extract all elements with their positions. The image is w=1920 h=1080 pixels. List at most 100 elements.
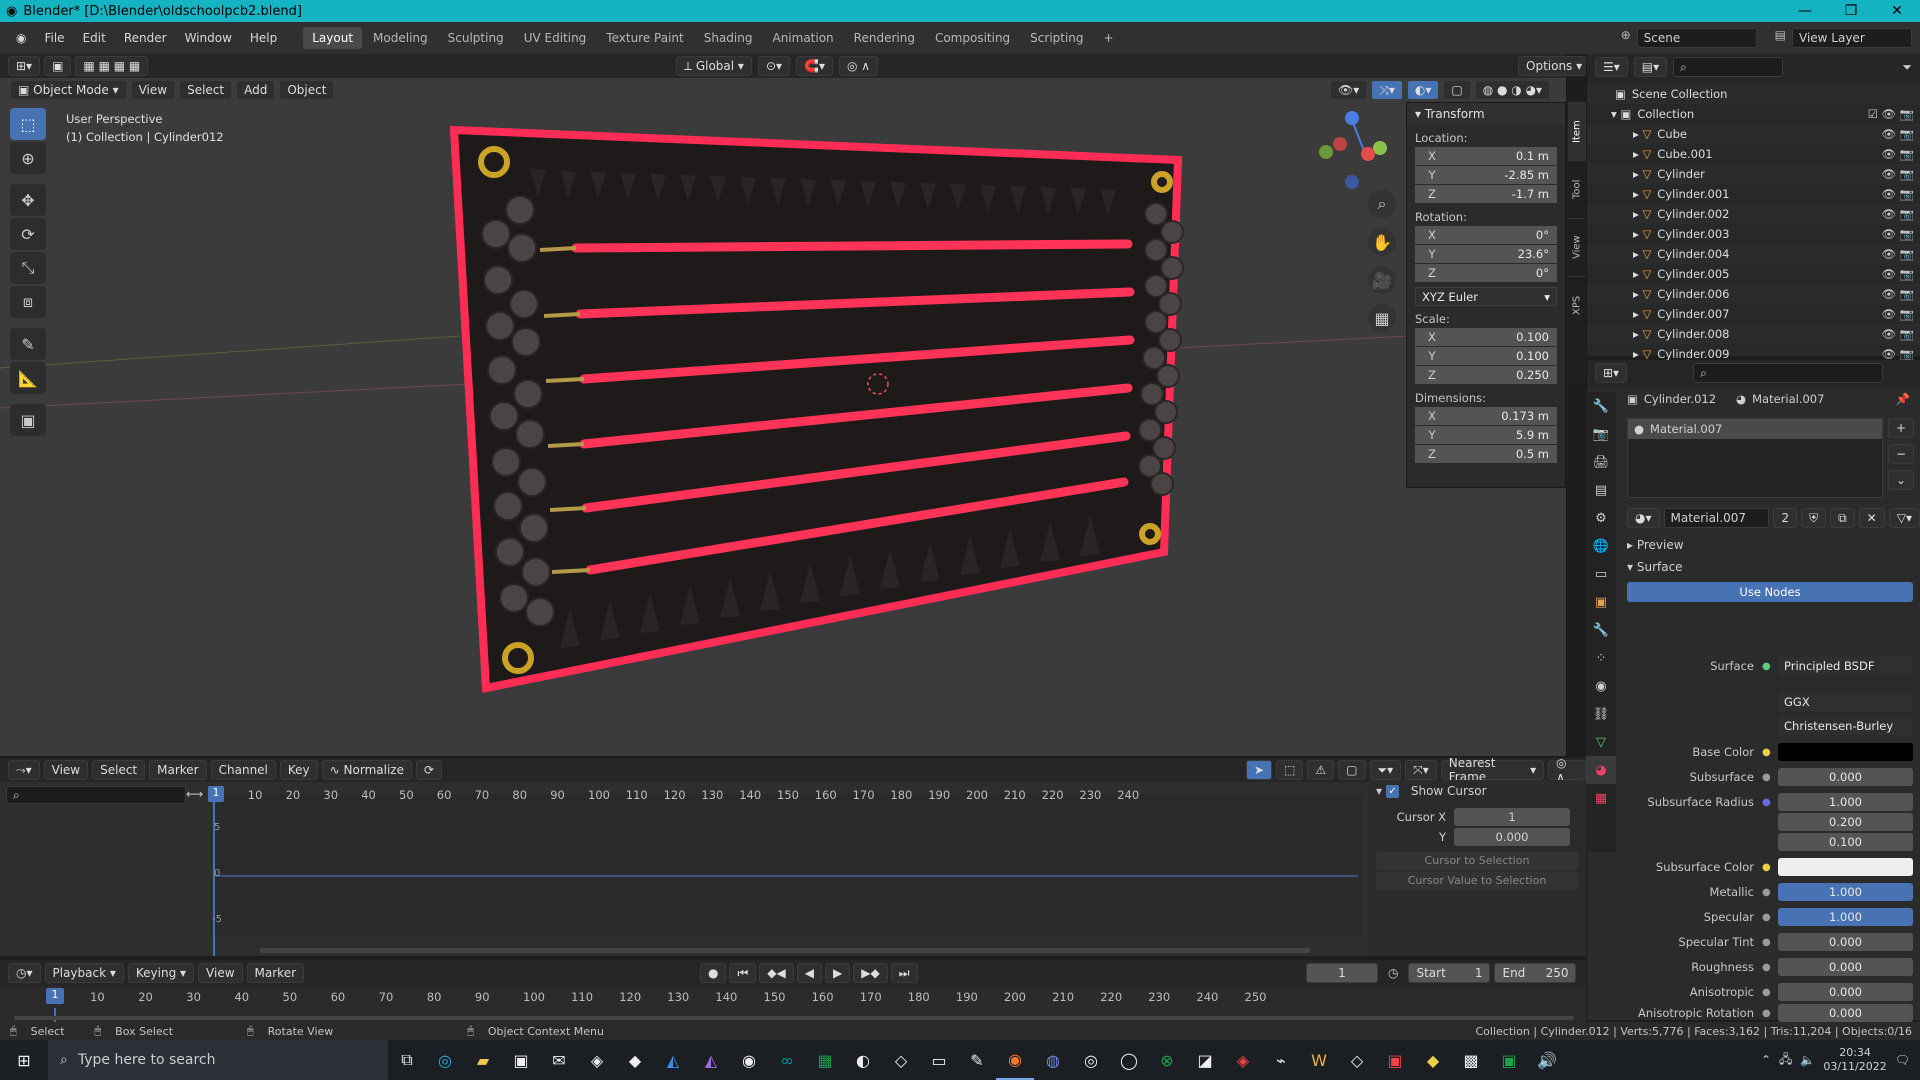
rotation-z-field[interactable]: Z 0° xyxy=(1415,264,1557,283)
location-x-field[interactable]: X 0.1 m xyxy=(1415,147,1557,166)
camera-icon[interactable]: 📷 xyxy=(1900,267,1914,281)
tab-texture-paint[interactable]: Texture Paint xyxy=(597,27,692,49)
checkbox-icon[interactable]: ☑ xyxy=(1868,107,1878,121)
tab-compositing[interactable]: Compositing xyxy=(926,27,1019,49)
outliner-item[interactable]: ▸ ▽ Cylinder.002 👁 📷 xyxy=(1587,204,1920,224)
keying-menu[interactable]: Keying ▾ xyxy=(127,963,195,983)
transform-orientation[interactable]: ⟂ Global ▾ xyxy=(676,56,752,76)
outliner-item[interactable]: ▸ ▽ Cylinder.007 👁 📷 xyxy=(1587,304,1920,324)
anisotropic-field[interactable]: 0.000 xyxy=(1778,983,1913,1001)
tab-modeling[interactable]: Modeling xyxy=(364,27,437,49)
clock-icon[interactable]: ◷ xyxy=(1388,966,1398,980)
network-icon[interactable]: 🖧 xyxy=(1779,1050,1792,1071)
dimensions-z-field[interactable]: Z 0.5 m xyxy=(1415,445,1557,464)
metallic-field[interactable]: 1.000 xyxy=(1778,883,1913,901)
blender-icon[interactable]: ◉ xyxy=(996,1040,1034,1080)
camera-icon[interactable]: 📷 xyxy=(1900,147,1914,161)
camera-icon[interactable]: 📷 xyxy=(1900,187,1914,201)
filter-icon[interactable]: ⏷ xyxy=(1902,60,1920,75)
subsurface-method-select[interactable]: Christensen-Burley xyxy=(1778,717,1913,735)
file-explorer-icon[interactable]: ▰ xyxy=(464,1040,502,1080)
texture-tab-icon[interactable]: ▦ xyxy=(1586,784,1616,812)
play-icon[interactable]: ▶ xyxy=(825,963,851,983)
3d-viewport[interactable]: ▣ Object Mode ▾ View Select Add Object 👁… xyxy=(0,78,1566,756)
subsurface-color-swatch[interactable] xyxy=(1778,858,1913,876)
steam-icon[interactable]: ◎ xyxy=(1072,1040,1110,1080)
minimize-icon[interactable]: — xyxy=(1782,3,1828,19)
camera-icon[interactable]: 📷 xyxy=(1900,107,1914,121)
play-reverse-icon[interactable]: ◀ xyxy=(796,963,822,983)
app-icon[interactable]: ▣ xyxy=(1376,1040,1414,1080)
location-y-field[interactable]: Y -2.85 m xyxy=(1415,166,1557,185)
proportional-icon[interactable]: ◎ ∧ xyxy=(1548,756,1586,784)
subsurface-radius-z[interactable]: 0.100 xyxy=(1778,833,1913,851)
view-layer-selector[interactable]: View Layer xyxy=(1792,28,1912,48)
speaker-icon[interactable]: 🔈 xyxy=(1800,1053,1815,1067)
subsurface-radius-y[interactable]: 0.200 xyxy=(1778,813,1913,831)
link-type-button[interactable]: ▽▾ xyxy=(1888,508,1920,528)
camera-icon[interactable]: 📷 xyxy=(1900,327,1914,341)
github-icon[interactable]: ◉ xyxy=(730,1040,768,1080)
distribution-select[interactable]: GGX xyxy=(1778,693,1913,711)
cursor-value-to-selection-button[interactable]: Cursor Value to Selection xyxy=(1376,872,1578,890)
menu-window[interactable]: Window xyxy=(177,27,240,49)
eye-icon[interactable]: 👁 xyxy=(1881,167,1896,181)
chevron-up-icon[interactable]: ⌃ xyxy=(1761,1053,1771,1067)
particles-tab-icon[interactable]: ⁘ xyxy=(1586,644,1616,672)
view-layer-icon[interactable]: ▤ xyxy=(1775,28,1786,48)
notepad-icon[interactable]: ✎ xyxy=(958,1040,996,1080)
discord-icon[interactable]: ◍ xyxy=(1034,1040,1072,1080)
timeline-menu-view[interactable]: View xyxy=(198,963,243,983)
scene-selector[interactable]: Scene xyxy=(1636,28,1757,48)
show-cursor-panel[interactable]: ▾ ✓ Show Cursor xyxy=(1368,780,1586,802)
dimensions-x-field[interactable]: X 0.173 m xyxy=(1415,407,1557,426)
arduino-icon[interactable]: ∞ xyxy=(768,1040,806,1080)
camera-icon[interactable]: 📷 xyxy=(1900,287,1914,301)
menu-edit[interactable]: Edit xyxy=(75,27,114,49)
slot-menu-button[interactable]: ⌄ xyxy=(1887,470,1914,490)
playback-menu[interactable]: Playback ▾ xyxy=(44,963,124,983)
grid-view-icon[interactable]: ▦ xyxy=(1368,304,1396,332)
zoom-icon[interactable]: ⌕ xyxy=(1368,190,1396,218)
camera-icon[interactable]: 📷 xyxy=(1900,227,1914,241)
material-name-field[interactable]: Material.007 xyxy=(1663,508,1770,528)
app-icon[interactable]: ◆ xyxy=(616,1040,654,1080)
notification-icon[interactable]: 🗨 xyxy=(1895,1053,1910,1067)
camera-icon[interactable]: 📷 xyxy=(1900,347,1914,361)
outliner-collection[interactable]: ▾ ▣ Collection ☑ 👁 📷 xyxy=(1587,104,1920,124)
surface-section[interactable]: ▾ Surface xyxy=(1627,560,1920,574)
browse-material-button[interactable]: ◕▾ xyxy=(1627,508,1660,528)
tab-uv-editing[interactable]: UV Editing xyxy=(515,27,596,49)
pcb-model[interactable] xyxy=(0,78,1566,756)
anisotropic-rotation-field[interactable]: 0.000 xyxy=(1778,1004,1913,1022)
graph-editor[interactable]: ⌕ ⟷ 1 10 20 30 40 50 60 70 80 90 100 110 120 130 140 1… xyxy=(0,758,1586,956)
taskbar-search[interactable]: ⌕ Type here to search xyxy=(48,1040,388,1080)
scale-z-field[interactable]: Z 0.250 xyxy=(1415,366,1557,385)
move-tool-icon[interactable]: ✥ xyxy=(10,184,46,216)
graph-menu-key[interactable]: Key xyxy=(279,760,318,780)
camera-icon[interactable]: 📷 xyxy=(1900,207,1914,221)
tab-item[interactable]: Item xyxy=(1568,102,1586,160)
scene-tab-icon[interactable]: ⚙ xyxy=(1586,504,1616,532)
rotation-mode-select[interactable]: XYZ Euler ▾ xyxy=(1415,287,1557,306)
normalize-toggle[interactable]: ∿ Normalize xyxy=(321,760,412,780)
proportional-edit-button[interactable]: ◎ ∧ xyxy=(839,56,879,76)
tab-sculpting[interactable]: Sculpting xyxy=(439,27,513,49)
jump-end-icon[interactable]: ⏭ xyxy=(890,963,918,983)
tab-rendering[interactable]: Rendering xyxy=(845,27,924,49)
app-icon[interactable]: ◯ xyxy=(1110,1040,1148,1080)
outliner-item[interactable]: ▸ ▽ Cylinder.008 👁 📷 xyxy=(1587,324,1920,344)
eye-icon[interactable]: 👁 xyxy=(1881,107,1896,121)
start-frame-field[interactable]: Start 1 xyxy=(1408,963,1491,983)
material-slot[interactable]: ● Material.007 xyxy=(1628,419,1882,439)
options-button[interactable]: Options ▾ xyxy=(1518,56,1591,76)
cursor-to-selection-button[interactable]: Cursor to Selection xyxy=(1376,852,1578,870)
close-icon[interactable]: ✕ xyxy=(1874,3,1920,19)
outliner-search[interactable]: ⌕ xyxy=(1673,57,1784,77)
camera-icon[interactable]: 📷 xyxy=(1900,247,1914,261)
outliner-item[interactable]: ▸ ▽ Cylinder.004 👁 📷 xyxy=(1587,244,1920,264)
app-icon[interactable]: ▩ xyxy=(1452,1040,1490,1080)
subsurface-field[interactable]: 0.000 xyxy=(1778,768,1913,786)
graph-current-frame[interactable]: 1 xyxy=(208,786,224,802)
restore-icon[interactable]: ❐ xyxy=(1828,3,1874,19)
